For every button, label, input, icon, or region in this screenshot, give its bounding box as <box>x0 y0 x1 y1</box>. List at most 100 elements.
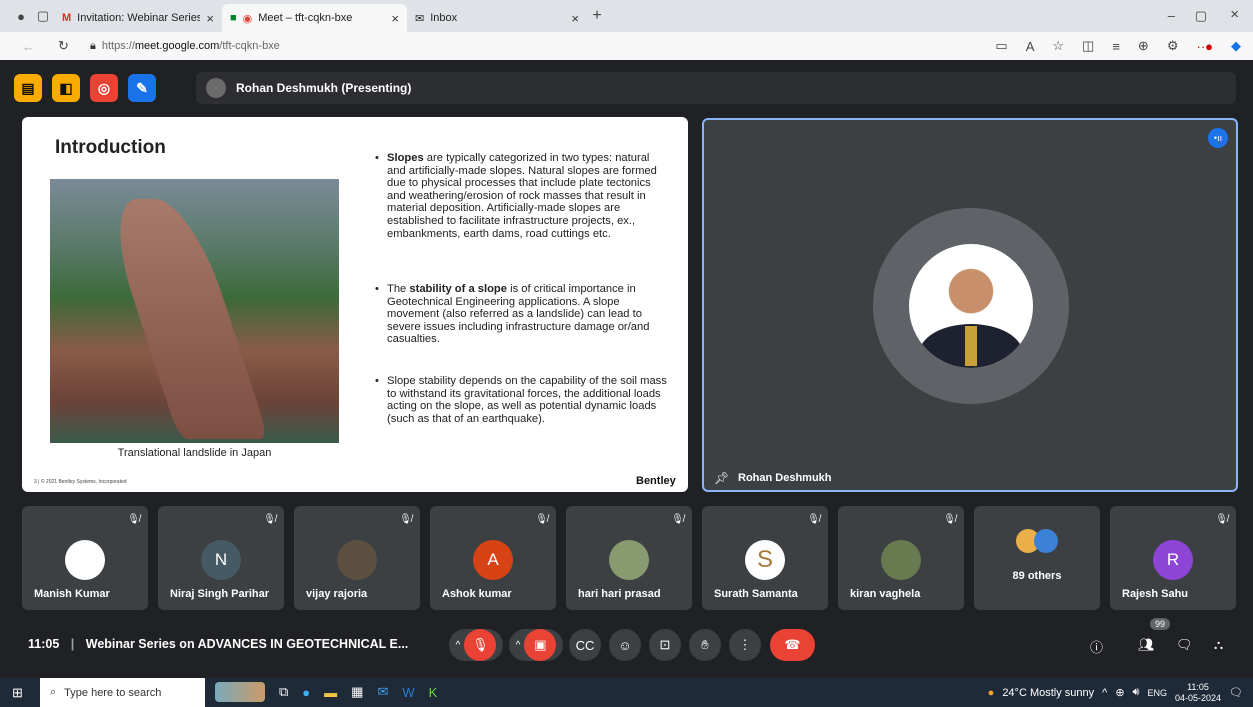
search-placeholder: Type here to search <box>64 686 162 699</box>
avatar <box>337 540 377 580</box>
mic-off-icon: 🎙︎̸ <box>943 514 956 525</box>
effects-button[interactable]: ✎ <box>128 74 156 102</box>
participant-tile[interactable]: 🎙︎̸ S Surath Samanta <box>702 506 828 610</box>
participant-tile[interactable]: 🎙︎̸ hari hari prasad <box>566 506 692 610</box>
word-icon[interactable]: W <box>402 685 414 700</box>
chat-icon[interactable]: 🗨︎ <box>1176 637 1193 653</box>
speaker-tile[interactable]: •ıı 📌︎ Rohan Deshmukh <box>702 118 1238 492</box>
url-path: /tft-cqkn-bxe <box>219 40 280 52</box>
tab-actions-icon[interactable]: ▢ <box>32 8 54 24</box>
people-icon[interactable]: 👥︎ <box>1138 637 1155 653</box>
tab-meet[interactable]: ■ ◉ Meet – tft-cqkn-bxe × <box>222 4 407 32</box>
language-indicator[interactable]: ENG <box>1147 688 1167 698</box>
split-screen-icon[interactable]: ◫ <box>1082 38 1094 54</box>
record-button[interactable]: ◎ <box>90 74 118 102</box>
more-icon[interactable]: ··● <box>1196 39 1213 54</box>
new-tab-button[interactable]: + <box>587 7 607 25</box>
raise-hand-button[interactable]: ✋︎ <box>689 629 721 661</box>
taskbar-search[interactable]: ⌕ Type here to search <box>40 678 205 707</box>
close-window-button[interactable]: × <box>1230 6 1239 23</box>
slide-bullet: Slope stability depends on the capabilit… <box>375 375 670 425</box>
copilot-icon[interactable]: ◆ <box>1231 38 1241 54</box>
presenter-banner: Rohan Deshmukh (Presenting) <box>196 72 1236 104</box>
activities-icon[interactable]: ⛬ <box>1214 637 1223 653</box>
tab-gmail[interactable]: M Invitation: Webinar Series on ADV × <box>54 4 222 32</box>
restore-button[interactable]: ▢ <box>1195 8 1207 24</box>
collections-icon[interactable]: ⊕ <box>1138 38 1149 54</box>
close-icon[interactable]: × <box>391 11 399 26</box>
whiteboard-button[interactable]: ◧ <box>52 74 80 102</box>
participant-tile[interactable]: 🎙︎̸ kiran vaghela <box>838 506 964 610</box>
participant-name: Niraj Singh Parihar <box>170 588 270 600</box>
extensions-icon[interactable]: ⚙ <box>1167 38 1179 54</box>
volume-icon[interactable]: 🔊︎ <box>1133 686 1140 699</box>
leave-call-button[interactable]: ☎ <box>770 629 815 661</box>
tab-title: Meet – tft-cqkn-bxe <box>258 12 353 24</box>
close-icon[interactable]: × <box>571 11 579 26</box>
emoji-button[interactable]: ☺ <box>609 629 641 661</box>
favorite-icon[interactable]: ☆ <box>1052 38 1064 54</box>
back-icon[interactable]: ← <box>22 39 35 54</box>
avatar: A <box>473 540 513 580</box>
close-icon[interactable]: × <box>206 11 214 26</box>
participant-tile[interactable]: 🎙︎̸ N Niraj Singh Parihar <box>158 506 284 610</box>
more-options-button[interactable]: ⋮ <box>729 629 761 661</box>
mic-off-icon: 🎙︎̸ <box>1215 514 1228 525</box>
others-count: 89 others <box>1012 570 1062 582</box>
participant-tile[interactable]: 🎙︎̸ A Ashok kumar <box>430 506 556 610</box>
file-explorer-icon[interactable]: ▬ <box>324 685 337 700</box>
gmail-icon: M <box>62 12 72 24</box>
favorites-icon[interactable]: ≡ <box>1112 39 1120 54</box>
mail-app-icon[interactable]: ✉ <box>377 684 388 700</box>
url-field[interactable]: 🔒︎ https://meet.google.com/tft-cqkn-bxe <box>90 40 280 53</box>
weather-text[interactable]: 24°C Mostly sunny <box>1002 687 1094 699</box>
mail-icon: ✉ <box>415 12 425 25</box>
participant-tile[interactable]: 89 others <box>974 506 1100 610</box>
avatar: N <box>201 540 241 580</box>
tray-expand-icon[interactable]: ^ <box>1102 687 1107 699</box>
tab-inbox[interactable]: ✉ Inbox × <box>407 4 587 32</box>
start-icon[interactable]: ⊞ <box>12 685 23 701</box>
mic-off-icon: 🎙︎̸ <box>535 514 548 525</box>
pin-icon[interactable]: 📌︎ <box>714 471 729 485</box>
speaking-indicator-icon: •ıı <box>1208 128 1228 148</box>
landslide-photo <box>50 179 339 443</box>
info-icon[interactable]: ⓘ <box>1090 637 1103 656</box>
camera-icon[interactable]: ▭ <box>995 38 1007 54</box>
app-icon[interactable]: K <box>429 685 438 700</box>
clock[interactable]: 11:05 04-05-2024 <box>1175 682 1221 704</box>
url-host: meet.google.com <box>134 40 220 52</box>
mic-button[interactable]: ^ 🎙︎ <box>449 629 503 661</box>
notification-icon[interactable]: 🗨︎ <box>1229 686 1243 699</box>
present-button[interactable]: ⊡ <box>649 629 681 661</box>
camera-button[interactable]: ^ ▣ <box>509 629 563 661</box>
presentation-slide: Introduction Translational landslide in … <box>22 117 688 492</box>
store-icon[interactable]: ▦ <box>351 684 363 700</box>
avatar <box>65 540 105 580</box>
annotate-button[interactable]: ▤ <box>14 74 42 102</box>
meet-stage: ▤ ◧ ◎ ✎ Rohan Deshmukh (Presenting) Intr… <box>0 60 1253 678</box>
participant-name: Surath Samanta <box>714 588 798 600</box>
participant-tile[interactable]: 🎙︎̸ Manish Kumar <box>22 506 148 610</box>
profile-icon[interactable]: ● <box>10 9 32 24</box>
mic-off-icon: 🎙︎̸ <box>127 514 140 525</box>
read-aloud-icon[interactable]: A <box>1026 39 1035 54</box>
photo-caption: Translational landslide in Japan <box>117 447 272 459</box>
participant-name: Rajesh Sahu <box>1122 588 1189 600</box>
captions-button[interactable]: CC <box>569 629 601 661</box>
mic-off-icon: 🎙︎̸ <box>263 514 276 525</box>
network-icon[interactable]: ⊕ <box>1115 686 1124 699</box>
edge-icon[interactable]: ● <box>302 685 310 700</box>
browser-tab-bar: ● ▢ M Invitation: Webinar Series on ADV … <box>0 0 1253 32</box>
participant-tile[interactable]: 🎙︎̸ R Rajesh Sahu <box>1110 506 1236 610</box>
task-view-icon[interactable]: ⧉ <box>279 684 288 700</box>
minimize-button[interactable]: – <box>1168 8 1175 23</box>
avatar <box>206 78 226 98</box>
weather-widget-icon[interactable] <box>215 682 265 702</box>
participant-name: hari hari prasad <box>578 588 661 600</box>
mic-off-icon: 🎙︎̸ <box>671 514 684 525</box>
windows-taskbar: ⊞ ⌕ Type here to search ⧉ ● ▬ ▦ ✉ W K ● … <box>0 678 1253 707</box>
refresh-icon[interactable]: ↻ <box>58 38 69 54</box>
control-bar: 11:05 | Webinar Series on ADVANCES IN GE… <box>0 618 1253 676</box>
participant-tile[interactable]: 🎙︎̸ vijay rajoria <box>294 506 420 610</box>
